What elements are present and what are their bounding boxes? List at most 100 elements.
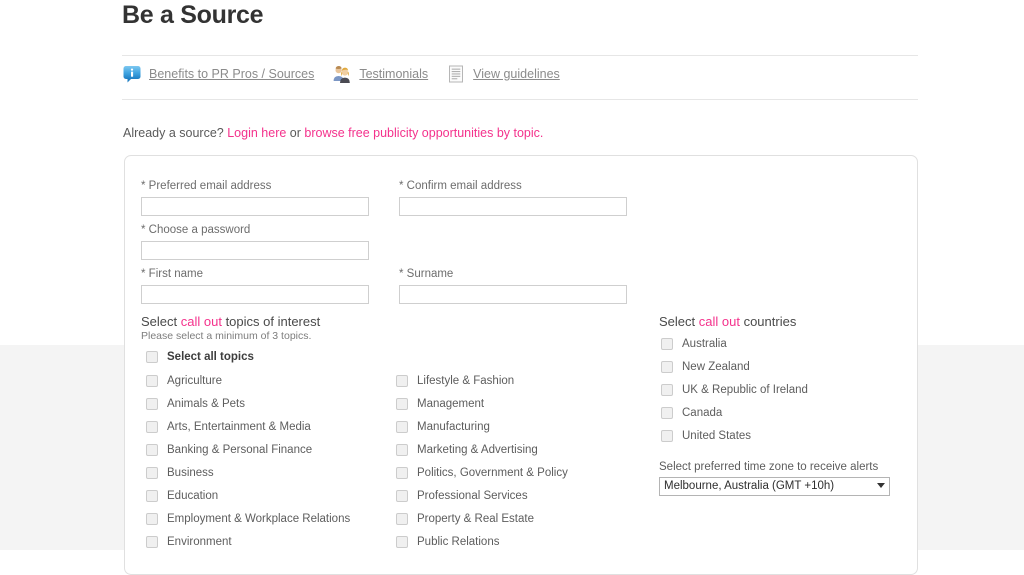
- label-topic-right-0: Lifestyle & Fashion: [417, 375, 515, 387]
- label-country-0: Australia: [682, 338, 727, 350]
- label-country-2: UK & Republic of Ireland: [682, 384, 808, 396]
- checkbox-topic-manufacturing[interactable]: [396, 421, 408, 433]
- checkbox-row-topic-right-4[interactable]: Politics, Government & Policy: [396, 466, 568, 480]
- label-topic-left-1: Animals & Pets: [167, 398, 245, 410]
- countries-heading-accent: call out: [698, 314, 740, 329]
- checkbox-row-topic-right-6[interactable]: Property & Real Estate: [396, 512, 534, 526]
- checkbox-topic-agriculture[interactable]: [146, 375, 158, 387]
- checkbox-topic-arts-entertainment-media[interactable]: [146, 421, 158, 433]
- countries-heading-prefix: Select: [659, 314, 699, 329]
- label-country-1: New Zealand: [682, 361, 750, 373]
- label-password: * Choose a password: [141, 224, 251, 236]
- label-topic-right-7: Public Relations: [417, 536, 500, 548]
- field-surname: * Surname: [399, 268, 627, 304]
- countries-heading-suffix: countries: [739, 314, 797, 329]
- label-topic-right-1: Management: [417, 398, 485, 410]
- login-here-link[interactable]: Login here: [227, 126, 286, 140]
- checkbox-topic-lifestyle-fashion[interactable]: [396, 375, 408, 387]
- input-preferred-email[interactable]: [141, 197, 369, 216]
- checkbox-topic-education[interactable]: [146, 490, 158, 502]
- checkbox-topic-professional-services[interactable]: [396, 490, 408, 502]
- checkbox-topic-animals-pets[interactable]: [146, 398, 158, 410]
- label-country-3: Canada: [682, 407, 723, 419]
- divider-above-nav: [122, 55, 918, 56]
- login-prompt-suffix: .: [539, 126, 544, 140]
- checkbox-row-country-4[interactable]: United States: [661, 429, 751, 443]
- checkbox-row-topic-right-3[interactable]: Marketing & Advertising: [396, 443, 538, 457]
- checkbox-topic-environment[interactable]: [146, 536, 158, 548]
- checkbox-row-country-0[interactable]: Australia: [661, 337, 727, 351]
- login-prompt-middle: or: [286, 126, 305, 140]
- checkbox-row-topic-left-4[interactable]: Business: [146, 466, 214, 480]
- checkbox-country-canada[interactable]: [661, 407, 673, 419]
- nav-label-testimonials: Testimonials: [359, 67, 429, 81]
- input-password[interactable]: [141, 241, 369, 260]
- label-first-name: * First name: [141, 268, 203, 280]
- secondary-nav: Benefits to PR Pros / Sources Testimonia…: [122, 64, 578, 84]
- checkbox-topic-banking-personal-finance[interactable]: [146, 444, 158, 456]
- label-topic-right-4: Politics, Government & Policy: [417, 467, 568, 479]
- label-surname: * Surname: [399, 268, 454, 280]
- timezone-selected-value: Melbourne, Australia (GMT +10h): [664, 480, 835, 492]
- label-topic-left-6: Employment & Workplace Relations: [167, 513, 351, 525]
- label-topic-right-6: Property & Real Estate: [417, 513, 534, 525]
- checkbox-row-country-1[interactable]: New Zealand: [661, 360, 750, 374]
- page-title: Be a Source: [122, 1, 264, 29]
- checkbox-row-country-2[interactable]: UK & Republic of Ireland: [661, 383, 808, 397]
- checkbox-row-topic-right-0[interactable]: Lifestyle & Fashion: [396, 374, 514, 388]
- nav-item-testimonials[interactable]: Testimonials: [332, 64, 428, 84]
- input-first-name[interactable]: [141, 285, 369, 304]
- field-confirm-email: * Confirm email address: [399, 180, 627, 216]
- checkbox-row-topic-right-7[interactable]: Public Relations: [396, 535, 499, 549]
- checkbox-country-australia[interactable]: [661, 338, 673, 350]
- topics-subtext: Please select a minimum of 3 topics.: [141, 330, 312, 342]
- topics-heading-accent: call out: [180, 314, 222, 329]
- checkbox-row-country-3[interactable]: Canada: [661, 406, 722, 420]
- label-select-all-topics: Select all topics: [167, 351, 254, 363]
- checkbox-select-all-topics[interactable]: [146, 351, 158, 363]
- input-surname[interactable]: [399, 285, 627, 304]
- timezone-select[interactable]: Melbourne, Australia (GMT +10h): [659, 477, 890, 496]
- checkbox-row-topic-left-1[interactable]: Animals & Pets: [146, 397, 245, 411]
- checkbox-row-topic-right-1[interactable]: Management: [396, 397, 484, 411]
- input-confirm-email[interactable]: [399, 197, 627, 216]
- topics-heading-suffix: topics of interest: [221, 314, 321, 329]
- checkbox-country-new-zealand[interactable]: [661, 361, 673, 373]
- people-icon: [332, 64, 352, 84]
- checkbox-topic-marketing-advertising[interactable]: [396, 444, 408, 456]
- checkbox-topic-employment-workplace-relations[interactable]: [146, 513, 158, 525]
- label-topic-right-5: Professional Services: [417, 490, 528, 502]
- divider-below-nav: [122, 99, 918, 100]
- label-topic-left-7: Environment: [167, 536, 232, 548]
- label-topic-left-0: Agriculture: [167, 375, 222, 387]
- nav-item-benefits[interactable]: Benefits to PR Pros / Sources: [122, 64, 314, 84]
- nav-label-guidelines: View guidelines: [473, 67, 560, 81]
- checkbox-row-select-all-topics[interactable]: Select all topics: [146, 350, 254, 364]
- countries-heading: Select call out countries: [659, 314, 796, 329]
- checkbox-row-topic-left-2[interactable]: Arts, Entertainment & Media: [146, 420, 311, 434]
- label-topic-left-3: Banking & Personal Finance: [167, 444, 313, 456]
- checkbox-topic-public-relations[interactable]: [396, 536, 408, 548]
- browse-opportunities-link[interactable]: browse free publicity opportunities by t…: [304, 126, 540, 140]
- timezone-label: Select preferred time zone to receive al…: [659, 461, 879, 473]
- label-topic-left-2: Arts, Entertainment & Media: [167, 421, 311, 433]
- checkbox-row-topic-left-7[interactable]: Environment: [146, 535, 232, 549]
- checkbox-topic-business[interactable]: [146, 467, 158, 479]
- checkbox-row-topic-right-5[interactable]: Professional Services: [396, 489, 528, 503]
- checkbox-row-topic-left-5[interactable]: Education: [146, 489, 218, 503]
- nav-item-guidelines[interactable]: View guidelines: [446, 64, 560, 84]
- checkbox-row-topic-right-2[interactable]: Manufacturing: [396, 420, 490, 434]
- checkbox-topic-property-real-estate[interactable]: [396, 513, 408, 525]
- field-preferred-email: * Preferred email address: [141, 180, 369, 216]
- checkbox-row-topic-left-0[interactable]: Agriculture: [146, 374, 222, 388]
- checkbox-country-uk-republic-of-ireland[interactable]: [661, 384, 673, 396]
- checkbox-topic-management[interactable]: [396, 398, 408, 410]
- checkbox-row-topic-left-6[interactable]: Employment & Workplace Relations: [146, 512, 350, 526]
- checkbox-country-united-states[interactable]: [661, 430, 673, 442]
- label-confirm-email: * Confirm email address: [399, 180, 522, 192]
- topics-heading-prefix: Select: [141, 314, 181, 329]
- checkbox-row-topic-left-3[interactable]: Banking & Personal Finance: [146, 443, 312, 457]
- checkbox-topic-politics-government-policy[interactable]: [396, 467, 408, 479]
- topics-heading: Select call out topics of interest: [141, 314, 320, 329]
- login-prompt-prefix: Already a source?: [123, 126, 228, 140]
